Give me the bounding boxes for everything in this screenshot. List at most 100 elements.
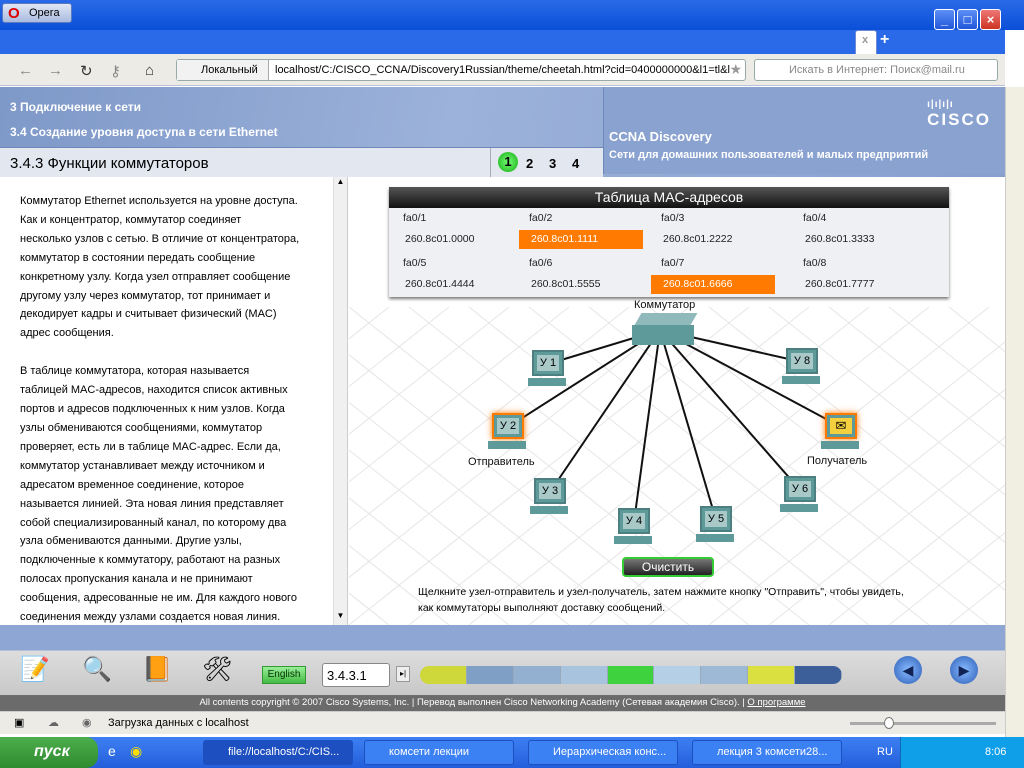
pc-label: У 2 bbox=[497, 418, 519, 434]
task-word-2[interactable]: лекция 3 комсети28... bbox=[692, 740, 842, 765]
page-3-button[interactable]: 3 bbox=[549, 156, 556, 171]
about-link[interactable]: О программе bbox=[747, 697, 805, 708]
switch-icon[interactable] bbox=[632, 313, 698, 345]
text-line: подключенные к коммутатору, работают на … bbox=[20, 554, 281, 567]
glossary-icon[interactable]: 📝 bbox=[20, 655, 50, 684]
page-2-button[interactable]: 2 bbox=[526, 156, 533, 171]
tab-close-icon[interactable]: x bbox=[862, 34, 868, 46]
page-number-input[interactable]: 3.4.3.1 bbox=[322, 663, 390, 687]
chrome-icon[interactable]: ◉ bbox=[130, 743, 142, 760]
pc-node-receiver[interactable]: ✉ bbox=[821, 413, 861, 457]
page-title: 3.4.3 Функции коммутаторов bbox=[10, 155, 209, 172]
text-line: узлы обмениваются сообщениями, коммутато… bbox=[20, 421, 263, 434]
pc-node-normal[interactable]: У 8 bbox=[782, 348, 822, 392]
previous-button[interactable]: ◀ bbox=[894, 656, 922, 684]
progress-segment[interactable] bbox=[513, 666, 561, 684]
close-button[interactable]: × bbox=[980, 9, 1001, 30]
mac-address: 260.8c01.5555 bbox=[531, 278, 601, 290]
text-line: В таблице коммутатора, которая называетс… bbox=[20, 365, 250, 378]
text-line: коммутатор устанавливает между источнико… bbox=[20, 459, 265, 472]
opera-menu-button[interactable]: O Opera bbox=[2, 3, 72, 23]
cloud-icon[interactable]: ☁ bbox=[48, 716, 59, 729]
text-line: проверяет, есть ли в таблице MAC-адрес. … bbox=[20, 440, 281, 453]
mac-address: 260.8c01.3333 bbox=[805, 233, 875, 245]
text-scrollbar[interactable]: ▲ ▼ bbox=[333, 177, 347, 625]
tools-icon[interactable]: 🛠 bbox=[202, 655, 232, 684]
pc-node-normal[interactable]: У 5 bbox=[696, 506, 736, 550]
home-icon[interactable]: ⌂ bbox=[145, 62, 154, 79]
page-4-button[interactable]: 4 bbox=[572, 156, 579, 171]
task-opera[interactable]: file://localhost/C:/CIS... bbox=[203, 740, 353, 765]
pc-node-normal[interactable]: У 6 bbox=[780, 476, 820, 520]
address-bar[interactable]: Локальный localhost/C:/CISCO_CCNA/Discov… bbox=[176, 59, 746, 81]
reload-icon[interactable]: ↻ bbox=[80, 62, 93, 80]
pc-node-normal[interactable]: У 1 bbox=[528, 350, 568, 394]
progress-bar[interactable] bbox=[420, 666, 842, 684]
panel-toggle-icon[interactable]: ▣ bbox=[14, 716, 24, 729]
mac-address: 260.8c01.1111 bbox=[519, 230, 643, 249]
pc-label: У 6 bbox=[789, 481, 811, 497]
key-icon[interactable]: ⚷ bbox=[110, 62, 121, 80]
progress-segment[interactable] bbox=[654, 666, 702, 684]
new-tab-button[interactable]: + bbox=[880, 31, 889, 49]
location-badge[interactable]: Локальный bbox=[177, 60, 269, 80]
progress-segment[interactable] bbox=[560, 666, 608, 684]
brand-area: ı|ı|ı|ı CISCO CCNA Discovery Сети для дом… bbox=[603, 87, 1005, 174]
search-input[interactable]: Искать в Интернет: Поиск@mail.ru bbox=[754, 59, 998, 81]
text-line: несколько узлов с сетью. В отличие от ко… bbox=[20, 232, 300, 245]
pc-label: У 1 bbox=[537, 355, 559, 371]
text-line: другому узлу через коммутатор, тот прини… bbox=[20, 289, 271, 302]
page-1-button[interactable]: 1 bbox=[498, 152, 518, 172]
status-bar: ▣ ☁ ◉ Загрузка данных с localhost bbox=[0, 711, 1005, 734]
progress-segment[interactable] bbox=[420, 666, 467, 684]
pc-label: У 4 bbox=[623, 513, 645, 529]
mac-address: 260.8c01.0000 bbox=[405, 233, 475, 245]
back-icon[interactable]: ← bbox=[18, 62, 33, 79]
go-to-page-button[interactable]: ▸| bbox=[396, 666, 410, 682]
text-line: декодирует кадры и считывает физический … bbox=[20, 308, 277, 321]
text-line: портов и адресов подключенных к ним узло… bbox=[20, 403, 285, 416]
page-scrollbar[interactable] bbox=[1005, 87, 1024, 737]
cisco-logo: ı|ı|ı|ı CISCO bbox=[927, 99, 991, 129]
task-word-1[interactable]: Иерархическая конс... bbox=[528, 740, 678, 765]
mac-address: 260.8c01.4444 bbox=[405, 278, 475, 290]
pc-node-normal[interactable]: У 4 bbox=[614, 508, 654, 552]
progress-segment[interactable] bbox=[701, 666, 749, 684]
minimize-button[interactable]: _ bbox=[934, 9, 955, 30]
page-title-bar: 3.4.3 Функции коммутаторов 1 2 3 4 bbox=[0, 147, 603, 177]
text-line: коммутатор в состоянии передать сообщени… bbox=[20, 251, 256, 264]
text-line: адресатом временное соединение, которое bbox=[20, 478, 245, 491]
pc-node-sender[interactable]: У 2 bbox=[488, 413, 528, 457]
zoom-slider[interactable] bbox=[850, 717, 996, 729]
search-icon[interactable]: 🔍 bbox=[82, 655, 112, 684]
progress-segment[interactable] bbox=[466, 666, 514, 684]
language-indicator[interactable]: RU bbox=[877, 746, 893, 758]
language-button[interactable]: English bbox=[262, 666, 306, 684]
tab-active[interactable]: x bbox=[855, 30, 877, 55]
book-icon[interactable]: 📙 bbox=[142, 655, 172, 684]
progress-segment[interactable] bbox=[795, 666, 842, 684]
port-label: fa0/1 bbox=[403, 212, 427, 224]
navigation-bar: ← → ↻ ⚷ ⌂ Локальный localhost/C:/CISCO_C… bbox=[0, 54, 1005, 86]
text-line: узла обмениваются данными. Другие узлы, bbox=[20, 535, 242, 548]
mac-table-title: Таблица MAC-адресов bbox=[389, 187, 949, 208]
progress-segment[interactable] bbox=[607, 666, 655, 684]
port-label: fa0/4 bbox=[803, 212, 827, 224]
start-button[interactable]: пуск bbox=[0, 737, 98, 768]
bookmark-star-icon[interactable]: ★ bbox=[729, 61, 742, 78]
progress-segment[interactable] bbox=[748, 666, 796, 684]
ie-icon[interactable]: e bbox=[108, 743, 116, 759]
text-line: Коммутатор Ethernet используется на уров… bbox=[20, 195, 298, 207]
next-button[interactable]: ▶ bbox=[950, 656, 978, 684]
paragraph: В таблице коммутатора, которая называетс… bbox=[20, 362, 340, 627]
pc-node-normal[interactable]: У 3 bbox=[530, 478, 570, 522]
maximize-button[interactable]: □ bbox=[957, 9, 978, 30]
speed-icon[interactable]: ◉ bbox=[82, 716, 92, 729]
link-line bbox=[659, 329, 717, 521]
forward-icon[interactable]: → bbox=[48, 62, 63, 79]
clear-button[interactable]: Очистить bbox=[622, 557, 714, 577]
task-folder[interactable]: комсети лекции bbox=[364, 740, 514, 765]
mac-address: 260.8c01.6666 bbox=[651, 275, 775, 294]
url-text[interactable]: localhost/C:/CISCO_CCNA/Discovery1Russia… bbox=[275, 64, 730, 76]
port-label: fa0/6 bbox=[529, 257, 553, 269]
